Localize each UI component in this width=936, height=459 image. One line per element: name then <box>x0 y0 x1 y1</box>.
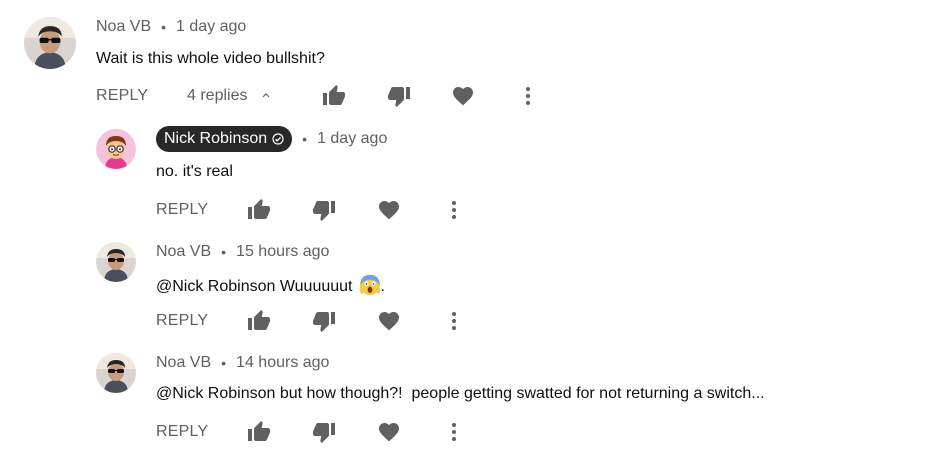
heart-button[interactable] <box>377 420 401 444</box>
reply-button[interactable]: REPLY <box>156 418 208 446</box>
dislike-icon <box>312 198 336 222</box>
separator-dot: • <box>161 19 167 35</box>
comment-header: Noa VB • 15 hours ago <box>156 243 329 261</box>
like-button[interactable] <box>247 309 271 333</box>
more-actions-button[interactable] <box>442 420 466 444</box>
avatar[interactable] <box>96 242 136 282</box>
author-name[interactable]: Noa VB <box>156 243 211 261</box>
dislike-button[interactable] <box>387 84 411 108</box>
separator-dot: • <box>221 244 227 260</box>
timestamp[interactable]: 14 hours ago <box>236 354 329 372</box>
dislike-icon <box>387 84 411 108</box>
like-button[interactable] <box>247 198 271 222</box>
comment-text: no. it's real <box>156 163 233 180</box>
more-actions-button[interactable] <box>442 309 466 333</box>
like-icon <box>247 309 271 333</box>
more-vert-icon <box>442 420 466 444</box>
avatar-image <box>96 242 136 282</box>
comment-actions: REPLY <box>0 196 936 224</box>
like-button[interactable] <box>322 84 346 108</box>
like-icon <box>247 420 271 444</box>
heart-icon <box>451 84 475 108</box>
comment-header: Noa VB • 14 hours ago <box>156 354 329 372</box>
verified-icon <box>272 133 284 145</box>
comment-text: @Nick Robinson Wuuuuuut <box>156 278 353 295</box>
timestamp[interactable]: 1 day ago <box>176 18 246 36</box>
comment-text-suffix: . <box>380 278 385 295</box>
comment-header: Nick Robinson • 1 day ago <box>156 126 387 152</box>
avatar[interactable] <box>24 17 76 69</box>
replies-toggle[interactable]: 4 replies <box>187 82 273 110</box>
avatar-image <box>24 17 76 69</box>
chevron-up-icon <box>262 93 270 98</box>
heart-button[interactable] <box>377 198 401 222</box>
dislike-button[interactable] <box>312 198 336 222</box>
timestamp[interactable]: 1 day ago <box>317 130 387 148</box>
replies-count-label: 4 replies <box>187 87 248 104</box>
avatar-image <box>96 353 136 393</box>
comment-actions: REPLY <box>0 418 936 446</box>
dislike-icon <box>312 420 336 444</box>
heart-button[interactable] <box>451 84 475 108</box>
like-button[interactable] <box>247 420 271 444</box>
more-vert-icon <box>442 309 466 333</box>
more-actions-button[interactable] <box>516 84 540 108</box>
comment-header: Noa VB • 1 day ago <box>96 18 246 36</box>
avatar[interactable] <box>96 353 136 393</box>
author-name: Nick Robinson <box>164 130 268 147</box>
comment-actions: REPLY 4 replies <box>0 82 936 110</box>
separator-dot: • <box>221 355 227 371</box>
reply-button[interactable]: REPLY <box>156 307 208 335</box>
heart-icon <box>377 198 401 222</box>
comment-text: @Nick Robinson but how though?! people g… <box>156 385 765 402</box>
dislike-button[interactable] <box>312 420 336 444</box>
dislike-button[interactable] <box>312 309 336 333</box>
reply-button[interactable]: REPLY <box>96 82 148 110</box>
more-actions-button[interactable] <box>442 198 466 222</box>
comment-text: Wait is this whole video bullshit? <box>96 50 325 67</box>
heart-button[interactable] <box>377 309 401 333</box>
like-icon <box>247 198 271 222</box>
like-icon <box>322 84 346 108</box>
more-vert-icon <box>516 84 540 108</box>
reply-button[interactable]: REPLY <box>156 196 208 224</box>
avatar-image <box>96 129 136 169</box>
comment-actions: REPLY <box>0 307 936 335</box>
timestamp[interactable]: 15 hours ago <box>236 243 329 261</box>
separator-dot: • <box>302 131 308 147</box>
dislike-icon <box>312 309 336 333</box>
screaming-emoji-icon <box>359 274 380 296</box>
author-name[interactable]: Noa VB <box>96 18 151 36</box>
more-vert-icon <box>442 198 466 222</box>
heart-icon <box>377 420 401 444</box>
creator-author-badge[interactable]: Nick Robinson <box>156 126 293 152</box>
avatar[interactable] <box>96 129 136 169</box>
comment-text-line: @Nick Robinson Wuuuuuut . <box>156 274 385 296</box>
author-name[interactable]: Noa VB <box>156 354 211 372</box>
heart-icon <box>377 309 401 333</box>
